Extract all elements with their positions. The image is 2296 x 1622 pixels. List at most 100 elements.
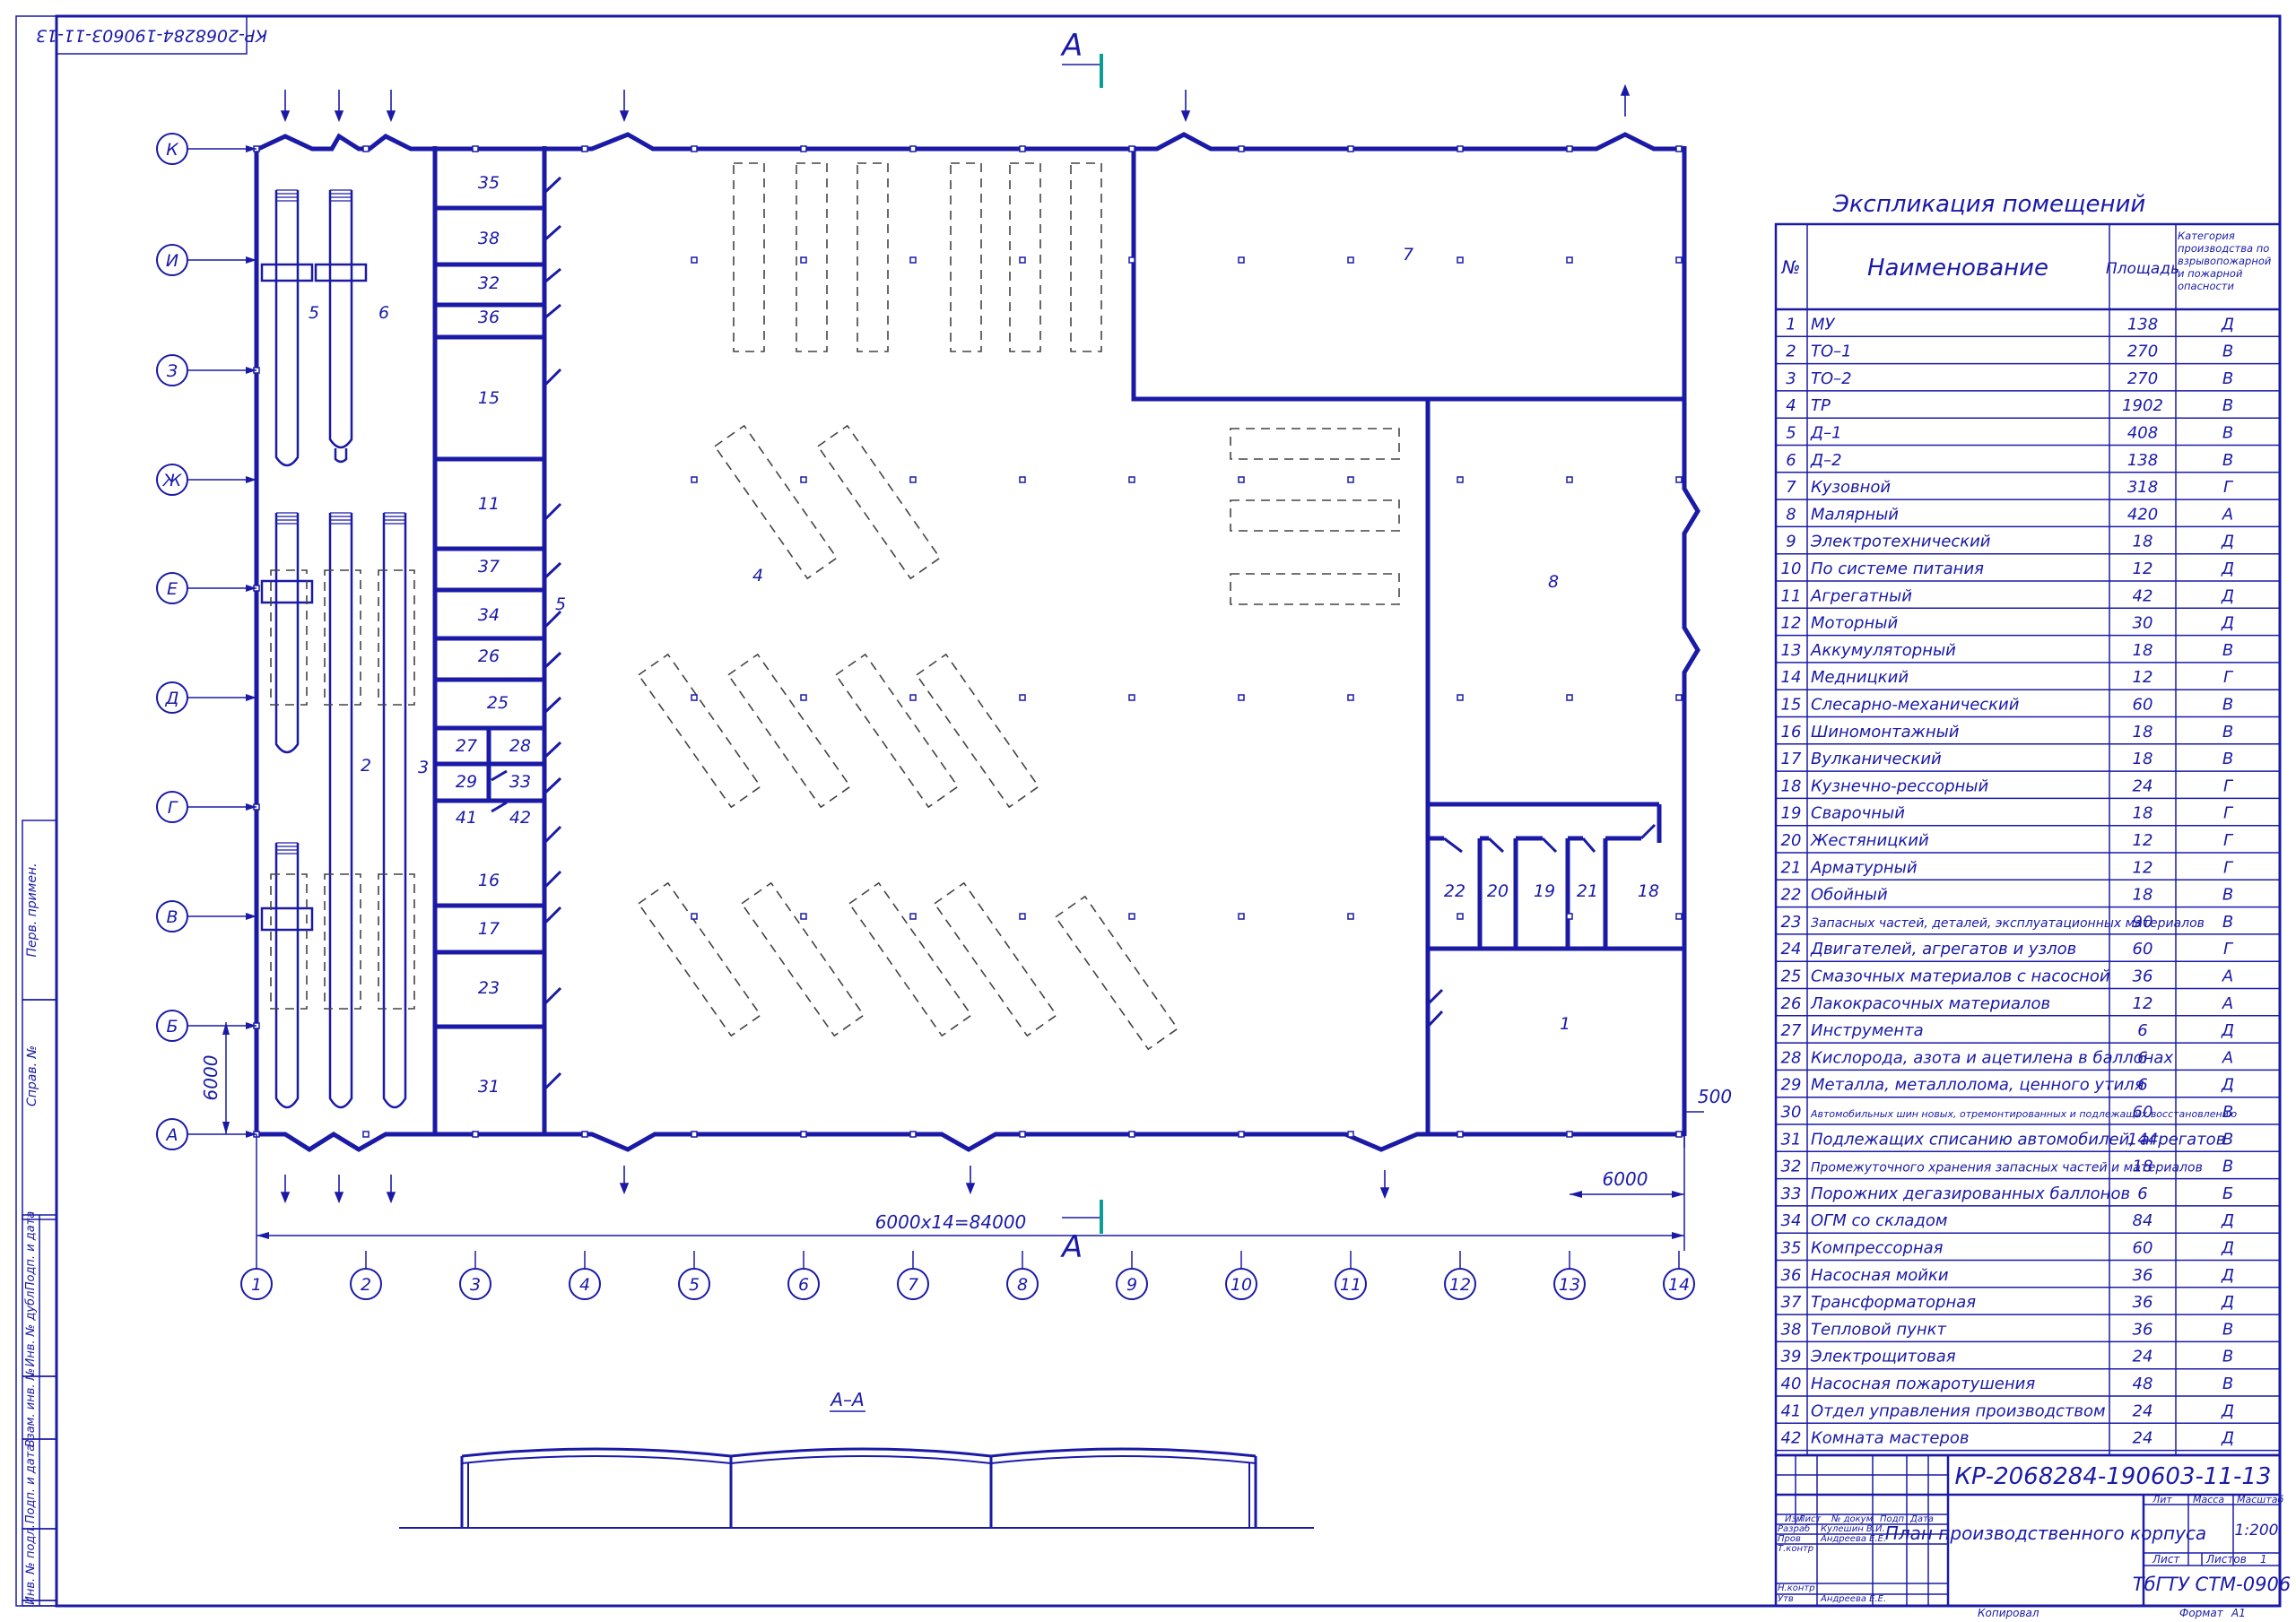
row-axis-label: А <box>165 1125 178 1145</box>
column-marker <box>1238 913 1245 920</box>
table-cell-num: 27 <box>1781 1021 1802 1040</box>
column-marker <box>1128 913 1135 920</box>
table-cell-area: 36 <box>2133 1320 2153 1339</box>
col-axis-label: 1 <box>251 1275 262 1295</box>
floor-plan-drawing: КР-2068284-190603-11-13 Перв. примен. Сп… <box>15 14 2291 1619</box>
table-cell-area: 60 <box>2133 1103 2153 1122</box>
table-cell-area: 138 <box>2127 315 2158 334</box>
column-marker <box>1238 1131 1245 1138</box>
table-cell-num: 11 <box>1781 586 1802 605</box>
column-marker <box>800 913 807 920</box>
table-cell-name: Слесарно-механический <box>1811 696 2020 715</box>
table-cell-num: 10 <box>1781 559 1802 578</box>
column-marker <box>1128 256 1135 264</box>
col-axis-label: 12 <box>1449 1275 1471 1295</box>
table-cell-category: Г <box>2223 668 2234 687</box>
side-podp1: Подп. и дата <box>24 1211 38 1291</box>
tb-kopiroval: Копировал <box>1978 1607 2039 1619</box>
table-cell-num: 20 <box>1781 831 1802 850</box>
table-cell-category: В <box>2222 750 2233 768</box>
column-marker <box>1019 694 1026 701</box>
row-axis-label: Д <box>165 689 179 708</box>
column-marker <box>909 476 917 483</box>
column-marker <box>1019 913 1026 920</box>
table-cell-num: 40 <box>1781 1375 1802 1393</box>
table-cell-category: Д <box>2221 559 2234 578</box>
room-7: 7 <box>1403 245 1413 265</box>
table-cell-name: Насосная пожаротушения <box>1811 1375 2035 1393</box>
column-marker <box>1457 256 1464 264</box>
tb-col-sign: Подп <box>1880 1514 1905 1524</box>
row-axis-label: Г <box>168 798 178 818</box>
room-41: 41 <box>456 808 477 828</box>
row-axis-label: Е <box>167 579 178 599</box>
room-5b: 5 <box>555 594 566 614</box>
table-cell-num: 24 <box>1781 940 1802 958</box>
dim-right: 6000 <box>1603 1168 1648 1190</box>
table-cell-num: 23 <box>1781 913 1802 932</box>
side-stamps: Перв. примен. Справ. № Подп. и дата Инв.… <box>22 820 57 1607</box>
table-cell-name: Аккумуляторный <box>1810 641 1956 660</box>
table-cell-area: 18 <box>2133 804 2153 823</box>
table-cell-name: Моторный <box>1811 614 1898 633</box>
col-axis-label: 4 <box>579 1275 590 1295</box>
column-marker <box>1238 145 1245 152</box>
tb-list-label: Лист <box>2152 1553 2180 1566</box>
table-cell-name: Сварочный <box>1811 804 1905 823</box>
room-2: 2 <box>361 756 371 776</box>
table-cell-name: Электрощитовая <box>1810 1348 1956 1366</box>
table-cell-category: Д <box>2221 614 2234 633</box>
table-cell-area: 36 <box>2133 967 2153 986</box>
table-cell-area: 60 <box>2133 940 2153 958</box>
tb-prov: Пров <box>1778 1534 1801 1544</box>
table-cell-area: 420 <box>2127 505 2158 524</box>
table-cell-area: 24 <box>2133 1429 2153 1448</box>
table-cell-num: 41 <box>1781 1401 1802 1420</box>
table-cell-category: В <box>2222 1375 2233 1393</box>
tb-razrab: Разраб <box>1778 1523 1810 1534</box>
table-cell-name: Лакокрасочных материалов <box>1810 994 2050 1013</box>
table-cell-area: 6 <box>2137 1048 2147 1067</box>
column-marker <box>1128 694 1135 701</box>
table-cell-area: 12 <box>2133 994 2153 1013</box>
table-cell-name: Компрессорная <box>1811 1239 1944 1258</box>
table-cell-category: Д <box>2221 1429 2234 1448</box>
table-cell-area: 144 <box>2127 1130 2158 1149</box>
table-cell-num: 30 <box>1781 1103 1802 1122</box>
room-32: 32 <box>478 273 500 293</box>
table-cell-name: Комната мастеров <box>1811 1429 1970 1448</box>
table-cell-category: Г <box>2223 478 2234 497</box>
table-cell-num: 33 <box>1781 1184 1802 1203</box>
table-cell-category: Д <box>2221 1293 2234 1312</box>
room-1: 1 <box>1560 1014 1570 1034</box>
tb-title: План производственного корпуса <box>1885 1522 2206 1544</box>
table-cell-area: 12 <box>2133 668 2153 687</box>
column-marker <box>1347 913 1354 920</box>
table-cell-category: Г <box>2223 804 2234 823</box>
table-cell-category: Д <box>2221 533 2234 551</box>
table-cell-name: Металла, металлолома, ценного утиля <box>1811 1076 2144 1095</box>
table-cell-category: В <box>2222 641 2233 660</box>
table-cell-num: 28 <box>1781 1048 1802 1067</box>
table-cell-category: В <box>2222 1103 2233 1122</box>
side-inv-podl: Инв. № подл. <box>24 1524 38 1605</box>
column-marker <box>1566 476 1573 483</box>
col-axis-label: 13 <box>1559 1275 1580 1295</box>
table-cell-num: 39 <box>1781 1348 1802 1366</box>
table-cell-name: Малярный <box>1811 505 1899 524</box>
tb-utv: Утв <box>1778 1594 1794 1604</box>
column-marker <box>909 1131 917 1138</box>
row-axis-label: И <box>166 251 178 271</box>
vehicle-outlines-top <box>733 162 1102 352</box>
table-cell-category: А <box>2222 1048 2233 1067</box>
column-marker <box>800 694 807 701</box>
room-15: 15 <box>478 388 500 408</box>
col-axis-label: 2 <box>361 1275 371 1295</box>
column-marker <box>691 476 698 483</box>
table-cell-area: 12 <box>2133 858 2153 877</box>
table-cell-area: 24 <box>2133 1348 2153 1366</box>
table-cell-category: В <box>2222 1320 2233 1339</box>
tb-listov-label: Листов <box>2205 1553 2247 1566</box>
table-cell-name: Отдел управления производством <box>1811 1401 2106 1420</box>
table-cell-area: 48 <box>2133 1375 2153 1393</box>
